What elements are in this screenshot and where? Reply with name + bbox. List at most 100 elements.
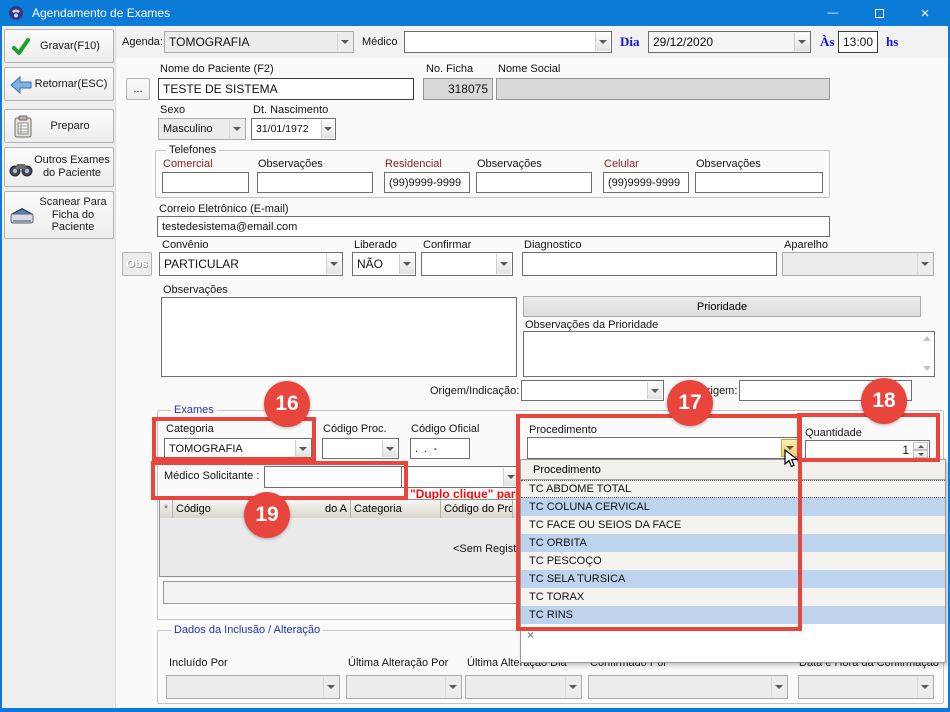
dropdown-item[interactable]: TC SELA TURSICA xyxy=(521,570,945,588)
browse-patient-button[interactable]: ... xyxy=(126,78,150,100)
app-icon xyxy=(8,5,24,26)
residencial-input[interactable]: (99)9999-9999 xyxy=(384,172,470,193)
chevron-down-icon[interactable] xyxy=(321,120,334,138)
chevron-down-icon[interactable] xyxy=(503,468,518,486)
obs-celular-label: Observações xyxy=(696,158,761,170)
chevron-down-icon[interactable] xyxy=(229,120,244,138)
spin-down-icon[interactable] xyxy=(913,450,928,458)
chevron-down-icon[interactable] xyxy=(595,33,610,51)
dropdown-item[interactable]: TC ORBITA xyxy=(521,534,945,552)
chevron-down-icon[interactable] xyxy=(326,254,341,274)
chevron-down-icon[interactable] xyxy=(382,440,397,457)
liberado-combobox[interactable]: NÃO xyxy=(352,252,416,276)
patient-name-input[interactable]: TESTE DE SISTEMA xyxy=(158,78,414,100)
dropdown-item[interactable]: TC ABDOME TOTAL xyxy=(521,480,945,498)
gravar-button[interactable]: Gravar(F10) xyxy=(4,29,114,63)
callout-badge-18: 18 xyxy=(861,378,907,424)
obs-celular-input[interactable] xyxy=(695,172,823,193)
clipboard-icon xyxy=(13,115,33,142)
dropdown-item[interactable]: TC RINS xyxy=(521,606,945,624)
minimize-button[interactable]: — xyxy=(810,0,856,26)
chevron-down-icon[interactable] xyxy=(323,677,338,697)
medico-solicitante-combobox[interactable] xyxy=(402,466,520,488)
aparelho-combobox[interactable] xyxy=(782,252,934,276)
ult-alt-por-combobox[interactable] xyxy=(346,675,462,699)
medico-combobox[interactable] xyxy=(404,31,612,53)
chevron-down-icon[interactable] xyxy=(496,254,511,274)
chevron-down-icon[interactable] xyxy=(295,440,310,457)
codigo-proc-combobox[interactable] xyxy=(322,438,399,459)
chevron-down-icon[interactable] xyxy=(917,254,932,274)
quantidade-spinner[interactable]: 1 xyxy=(805,440,930,460)
arrow-left-icon xyxy=(10,76,32,97)
preparo-button[interactable]: Preparo xyxy=(4,109,114,143)
confirmar-combobox[interactable] xyxy=(421,252,513,276)
procedimento-combobox[interactable] xyxy=(527,437,800,459)
codigo-oficial-input[interactable]: . . - xyxy=(410,438,470,459)
dropdown-item[interactable]: TC COLUNA CERVICAL xyxy=(521,498,945,516)
email-value: testedesistema@email.com xyxy=(162,221,297,233)
convenio-combobox[interactable]: PARTICULAR xyxy=(159,252,343,276)
patient-name-value: TESTE DE SISTEMA xyxy=(163,82,278,96)
sexo-combobox[interactable]: Masculino xyxy=(158,118,246,140)
dropdown-close-icon[interactable]: × xyxy=(527,628,534,642)
outros-exames-button[interactable]: Outros Exames do Paciente xyxy=(4,147,114,187)
obs-residencial-input[interactable] xyxy=(476,172,592,193)
grid-col-categoria[interactable]: Categoria xyxy=(351,500,441,518)
dropdown-item[interactable]: TC FACE OU SEIOS DA FACE xyxy=(521,516,945,534)
convenio-label: Convênio xyxy=(162,239,208,251)
celular-input[interactable]: (99)9999-9999 xyxy=(603,172,689,193)
chevron-down-icon[interactable] xyxy=(794,33,809,51)
prioridade-header[interactable]: Prioridade xyxy=(523,296,921,317)
confirmado-por-combobox[interactable] xyxy=(588,675,788,699)
confirmar-label: Confirmar xyxy=(423,239,471,251)
medico-label: Médico xyxy=(362,36,397,48)
data-confirmacao-combobox[interactable] xyxy=(798,675,934,699)
origem-label: Origem/Indicação: xyxy=(430,385,519,397)
observacoes-textarea[interactable] xyxy=(161,297,517,377)
nascimento-combobox[interactable]: 31/01/1972 xyxy=(251,118,336,140)
categoria-combobox[interactable]: TOMOGRAFIA xyxy=(164,438,312,459)
app-window: Agendamento de Exames — × Gravar(F10) Re… xyxy=(0,0,950,712)
diagnostico-label: Diagnostico xyxy=(524,239,581,251)
close-button[interactable]: × xyxy=(902,0,948,26)
grid-col-codigo-proc[interactable]: Código do Prc xyxy=(441,500,513,518)
scanear-button[interactable]: Scanear Para Ficha do Paciente xyxy=(4,191,114,239)
hora-input[interactable]: 13:00 xyxy=(838,31,878,53)
spinner-buttons[interactable] xyxy=(913,442,928,458)
chevron-down-icon[interactable] xyxy=(337,33,352,51)
chevron-down-icon[interactable] xyxy=(771,677,786,697)
origem-combobox[interactable] xyxy=(521,380,664,401)
scroll-down-icon[interactable] xyxy=(923,366,931,371)
incluido-por-label: Incluído Por xyxy=(169,657,228,669)
scroll-up-icon[interactable] xyxy=(923,336,931,341)
codigo-oficial-label: Código Oficial xyxy=(411,423,479,435)
comercial-input[interactable] xyxy=(162,172,249,193)
chevron-down-icon[interactable] xyxy=(445,677,460,697)
agenda-combobox[interactable]: TOMOGRAFIA xyxy=(164,31,354,53)
maximize-button[interactable] xyxy=(856,0,902,26)
chevron-down-icon[interactable] xyxy=(647,382,662,399)
diagnostico-input[interactable] xyxy=(522,252,777,276)
dropdown-item[interactable]: TC TORAX xyxy=(521,588,945,606)
email-input[interactable]: testedesistema@email.com xyxy=(157,216,830,237)
grid-col-icon[interactable]: * xyxy=(160,500,173,518)
medico-solicitante-label: Médico Solicitante : xyxy=(164,470,259,482)
dropdown-item[interactable]: TC PESCOÇO xyxy=(521,552,945,570)
obs-comercial-input[interactable] xyxy=(257,172,373,193)
obs-convenio-button[interactable]: Obs xyxy=(122,252,152,276)
retornar-button[interactable]: Retornar(ESC) xyxy=(4,67,114,101)
aparelho-label: Aparelho xyxy=(784,239,828,251)
callout-badge-17: 17 xyxy=(667,380,713,426)
ficha-label: No. Ficha xyxy=(426,63,473,75)
dia-combobox[interactable]: 29/12/2020 xyxy=(648,31,811,53)
chevron-down-icon[interactable] xyxy=(565,677,580,697)
patient-name-label: Nome do Paciente (F2) xyxy=(160,63,274,75)
spin-up-icon[interactable] xyxy=(913,442,928,450)
prioridade-obs-textarea[interactable] xyxy=(523,331,935,377)
ult-alt-dia-combobox[interactable] xyxy=(465,675,582,699)
incluido-por-combobox[interactable] xyxy=(166,675,340,699)
medico-solicitante-input[interactable] xyxy=(264,466,402,488)
chevron-down-icon[interactable] xyxy=(399,254,414,274)
chevron-down-icon[interactable] xyxy=(917,677,932,697)
